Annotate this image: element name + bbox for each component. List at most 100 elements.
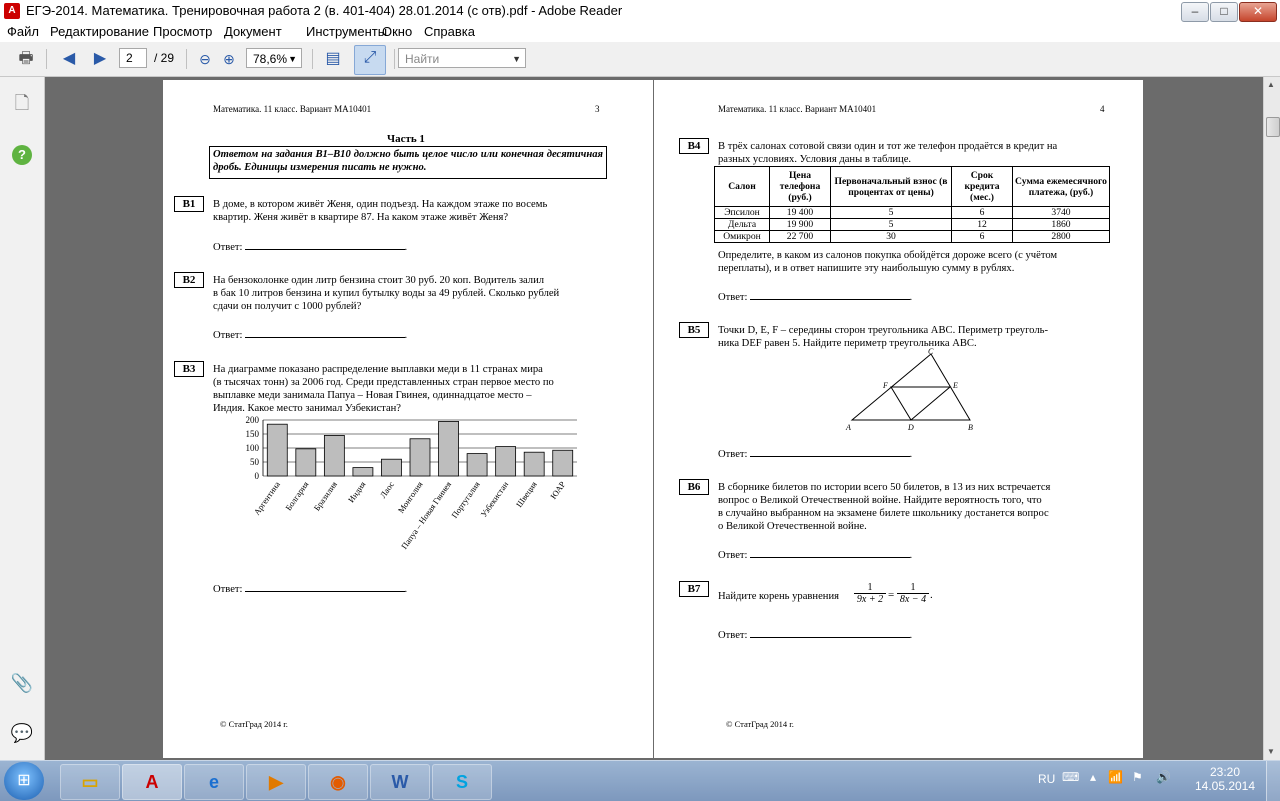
pdf-page-3: Математика. 11 класс. Вариант МА10401 3 … [163, 80, 653, 758]
label-e: E [952, 381, 958, 390]
menu-document[interactable]: Документ [224, 24, 282, 39]
text-line: (в тысячах тонн) за 2006 год. Среди пред… [213, 377, 554, 388]
text-line: В доме, в котором живёт Женя, один подъе… [213, 199, 548, 210]
bar-10 [552, 449, 574, 477]
text-line: Определите, в каком из салонов покупка о… [718, 250, 1058, 261]
table-cell: 12 [951, 218, 1013, 231]
firefox-icon[interactable]: ◉ [308, 764, 368, 800]
credit-table: Салон Цена телефона (руб.) Первоначальны… [714, 166, 1110, 243]
bar-2 [323, 434, 345, 477]
page-footer: © СтатГрад 2014 г. [726, 719, 794, 729]
menu-tools[interactable]: Инструменты [306, 24, 387, 39]
minimize-button[interactable]: – [1181, 2, 1209, 22]
ie-icon[interactable]: e [184, 764, 244, 800]
fraction-denominator: 8x − 4 [897, 593, 929, 605]
network-icon[interactable]: 📶 [1108, 770, 1123, 784]
fraction-numerator: 1 [867, 582, 873, 593]
scroll-up-icon[interactable]: ▲ [1267, 80, 1275, 89]
table-cell: Эпсилон [714, 206, 770, 219]
menu-window[interactable]: Окно [382, 24, 412, 39]
x-tick-label: Аргентина [252, 479, 283, 517]
toolbar-divider [46, 49, 47, 69]
media-player-icon[interactable]: ▶ [246, 764, 306, 800]
x-tick-label: ЮАР [548, 479, 567, 501]
adobe-reader-icon: A [4, 3, 20, 19]
comments-icon[interactable]: 💬 [10, 721, 34, 745]
bar-4 [381, 458, 402, 477]
bar-6 [438, 421, 459, 477]
question-b5-text: Точки D, E, F – середины сторон треуголь… [718, 324, 1110, 350]
help-icon[interactable]: ? [10, 141, 34, 165]
keyboard-icon[interactable]: ⌨ [1062, 770, 1079, 784]
bar-8 [495, 446, 517, 477]
instruction-box: Ответом на задания В1–В10 должно быть це… [209, 146, 607, 179]
question-b1-text: В доме, в котором живёт Женя, один подъе… [213, 198, 601, 224]
print-icon[interactable]: 🖶 [14, 47, 38, 71]
table-cell: 1860 [1012, 218, 1110, 231]
explorer-icon[interactable]: ▭ [60, 764, 120, 800]
bar-1 [295, 448, 317, 477]
menu-bar: Файл Редактирование Просмотр Документ Ин… [0, 22, 1280, 42]
text-line: В сборнике билетов по истории всего 50 б… [718, 482, 1051, 493]
answer-label: Ответ: [213, 330, 243, 341]
label-c: C [928, 348, 934, 356]
start-button[interactable]: ⊞ [4, 762, 44, 800]
find-input[interactable]: Найти ▼ [398, 48, 526, 68]
scroll-thumb[interactable] [1266, 117, 1280, 137]
equation-right: 1 8x − 4 [897, 582, 929, 605]
y-tick-label: 200 [246, 415, 260, 425]
y-tick-label: 150 [246, 429, 260, 439]
fit-page-icon[interactable]: ▤ [321, 47, 345, 71]
show-hidden-icons-icon[interactable]: ▴ [1090, 770, 1096, 784]
copper-bar-chart: 200 150 100 50 0Аргентина Болгария Бразилия Инд… [246, 415, 577, 551]
label-f: F [882, 381, 888, 390]
triangle-diagram: A B C D E F [845, 348, 973, 432]
answer-line [749, 548, 910, 558]
attachment-icon[interactable]: 📎 [10, 671, 34, 695]
menu-file[interactable]: Файл [7, 24, 39, 39]
vertical-scrollbar[interactable]: ▲ ▼ [1263, 77, 1280, 760]
toolbar-divider [186, 49, 187, 69]
taskbar: ⊞ ▭ A e ▶ ◉ W S RU ⌨ ▴ 📶 ⚑ 🔊 23:20 14.05… [0, 760, 1280, 801]
equals-sign: = [888, 589, 895, 601]
chevron-down-icon: ▼ [512, 54, 521, 64]
text-line: выплавке меди занимала Папуа – Новая Гви… [213, 390, 532, 401]
skype-icon[interactable]: S [432, 764, 492, 800]
flag-icon[interactable]: ⚑ [1132, 770, 1143, 784]
show-desktop-button[interactable] [1266, 761, 1280, 801]
language-indicator[interactable]: RU [1038, 772, 1055, 786]
answer-label: Ответ: [213, 242, 243, 253]
x-tick-label: Швеция [514, 479, 539, 509]
fit-width-icon[interactable]: ⤢ [354, 45, 386, 75]
word-icon[interactable]: W [370, 764, 430, 800]
page-thumbnails-icon[interactable]: 🗋 [10, 91, 34, 115]
answer-line [749, 447, 910, 457]
bar-3 [352, 467, 374, 477]
next-page-icon[interactable]: ▶ [88, 47, 112, 71]
volume-icon[interactable]: 🔊 [1156, 770, 1171, 784]
page-number-input[interactable] [119, 48, 147, 68]
menu-view[interactable]: Просмотр [153, 24, 212, 39]
zoom-select[interactable]: 78,6% ▼ [246, 48, 302, 68]
clock[interactable]: 23:20 14.05.2014 [1190, 765, 1260, 793]
find-placeholder: Найти [405, 52, 440, 66]
table-cell: 19 900 [769, 218, 831, 231]
text-line: В трёх салонах сотовой связи один и тот … [718, 141, 1058, 152]
y-tick-label: 0 [255, 471, 260, 481]
text-line: в бак 10 литров бензина и купил бутылку … [213, 288, 560, 299]
x-tick-label: Монголия [396, 479, 425, 515]
menu-help[interactable]: Справка [424, 24, 475, 39]
scroll-down-icon[interactable]: ▼ [1267, 747, 1275, 756]
table-row: Эпсилон 19 400 5 6 3740 [714, 206, 1110, 219]
answer-label: Ответ: [213, 584, 243, 595]
zoom-in-icon[interactable]: ⊕ [217, 47, 241, 71]
table-cell: Омикрон [714, 230, 770, 243]
acrobat-icon[interactable]: A [122, 764, 182, 800]
maximize-button[interactable]: □ [1210, 2, 1238, 22]
menu-edit[interactable]: Редактирование [50, 24, 149, 39]
close-button[interactable]: ✕ [1239, 2, 1277, 22]
previous-page-icon[interactable]: ◀ [57, 47, 81, 71]
zoom-out-icon[interactable]: ⊖ [193, 47, 217, 71]
question-label-b4: B4 [679, 138, 709, 154]
clock-time: 23:20 [1209, 765, 1241, 779]
